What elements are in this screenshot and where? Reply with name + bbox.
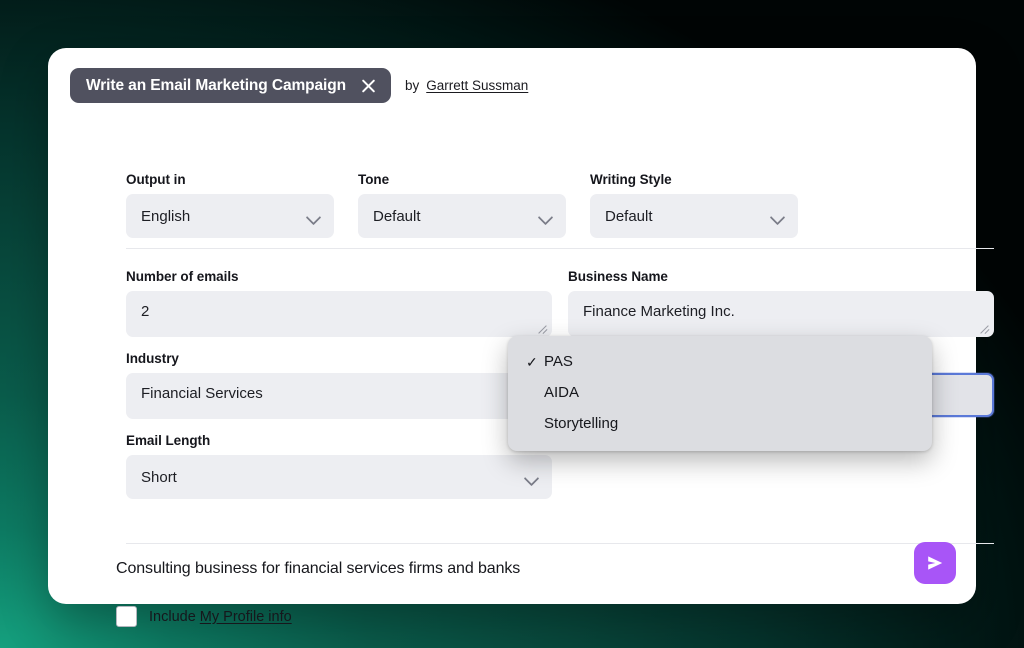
prompt-title-chip[interactable]: Write an Email Marketing Campaign — [70, 68, 391, 103]
include-profile-checkbox[interactable] — [116, 606, 137, 627]
field-industry: Industry Financial Services — [126, 351, 552, 419]
email-copy-framework-dropdown[interactable]: ✓ PAS AIDA Storytelling — [508, 336, 932, 451]
chevron-down-icon — [306, 210, 322, 226]
top-options-row: Output in English Tone Default Writing S… — [126, 172, 798, 238]
dropdown-option-aida[interactable]: AIDA — [508, 377, 932, 408]
byline-prefix: by — [405, 78, 419, 93]
prompt-title-label: Write an Email Marketing Campaign — [86, 78, 346, 94]
include-profile-row: Include My Profile info — [116, 606, 292, 627]
prompt-description: Consulting business for financial servic… — [116, 560, 520, 578]
divider-top — [126, 248, 994, 249]
industry-value: Financial Services — [141, 385, 263, 402]
industry-label: Industry — [126, 351, 552, 366]
chevron-down-icon — [524, 471, 540, 487]
field-business-name: Business Name Finance Marketing Inc. — [568, 269, 994, 337]
email-length-label: Email Length — [126, 433, 552, 448]
dropdown-option-storytelling[interactable]: Storytelling — [508, 408, 932, 439]
my-profile-info-link[interactable]: My Profile info — [200, 609, 292, 625]
output-in-value: English — [141, 208, 190, 225]
check-icon: ✓ — [526, 355, 544, 369]
prompt-card: Write an Email Marketing Campaign by Gar… — [48, 48, 976, 604]
dropdown-option-label: Storytelling — [544, 416, 618, 431]
field-tone: Tone Default — [358, 172, 566, 238]
fields-row-1: Number of emails 2 Business Name Finance… — [126, 269, 994, 337]
include-profile-label: Include My Profile info — [149, 609, 292, 625]
output-in-select[interactable]: English — [126, 194, 334, 238]
output-in-label: Output in — [126, 172, 334, 187]
tone-label: Tone — [358, 172, 566, 187]
include-prefix-text: Include — [149, 609, 196, 625]
business-name-input[interactable]: Finance Marketing Inc. — [568, 291, 994, 337]
chevron-down-icon — [538, 210, 554, 226]
screen-background: Write an Email Marketing Campaign by Gar… — [0, 0, 1024, 648]
writing-style-select[interactable]: Default — [590, 194, 798, 238]
writing-style-value: Default — [605, 208, 653, 225]
business-name-value: Finance Marketing Inc. — [583, 303, 735, 320]
field-writing-style: Writing Style Default — [590, 172, 798, 238]
number-of-emails-value: 2 — [141, 303, 149, 320]
writing-style-label: Writing Style — [590, 172, 798, 187]
industry-input[interactable]: Financial Services — [126, 373, 552, 419]
number-of-emails-label: Number of emails — [126, 269, 552, 284]
tone-select[interactable]: Default — [358, 194, 566, 238]
business-name-label: Business Name — [568, 269, 994, 284]
byline: by Garrett Sussman — [405, 78, 528, 93]
email-length-value: Short — [141, 469, 177, 486]
chevron-down-icon — [770, 210, 786, 226]
send-arrow-icon — [925, 553, 945, 573]
submit-button[interactable] — [914, 542, 956, 584]
field-email-length: Email Length Short — [126, 433, 552, 499]
dropdown-option-pas[interactable]: ✓ PAS — [508, 346, 932, 377]
number-of-emails-input[interactable]: 2 — [126, 291, 552, 337]
close-icon[interactable] — [360, 77, 377, 94]
resize-handle-icon[interactable] — [978, 321, 990, 333]
field-number-of-emails: Number of emails 2 — [126, 269, 552, 337]
field-output-in: Output in English — [126, 172, 334, 238]
resize-handle-icon[interactable] — [536, 321, 548, 333]
email-length-select[interactable]: Short — [126, 455, 552, 499]
tone-value: Default — [373, 208, 421, 225]
dropdown-option-label: PAS — [544, 354, 573, 369]
byline-author-link[interactable]: Garrett Sussman — [426, 78, 528, 93]
card-header: Write an Email Marketing Campaign by Gar… — [70, 68, 528, 103]
dropdown-option-label: AIDA — [544, 385, 579, 400]
divider-bottom — [126, 543, 994, 544]
